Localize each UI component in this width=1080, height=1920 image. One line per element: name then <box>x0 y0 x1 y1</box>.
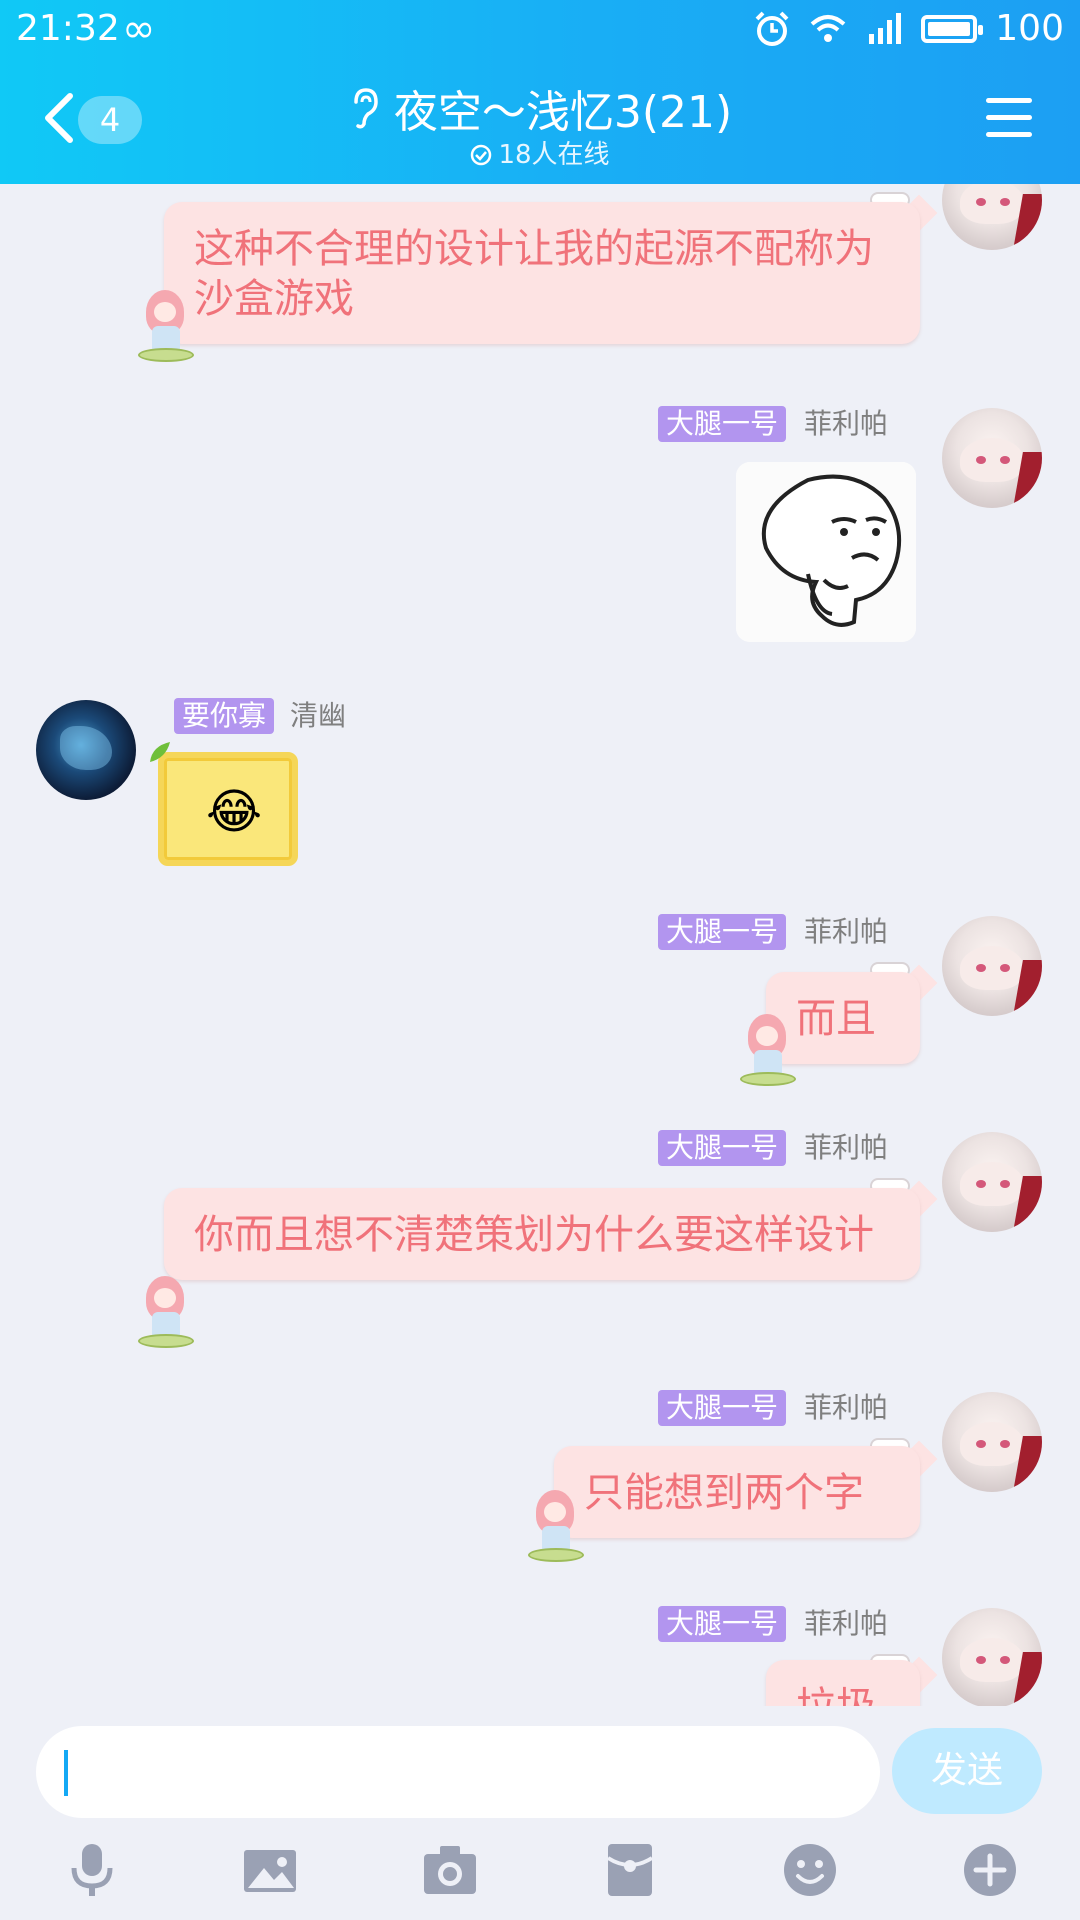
text-caret <box>64 1750 68 1796</box>
avatar[interactable] <box>942 1132 1042 1232</box>
camera-icon[interactable] <box>420 1840 480 1900</box>
message-text: 只能想到两个字 <box>584 1470 864 1516</box>
sender-name: 菲利帕 <box>804 407 889 440</box>
bubble-decoration-girl <box>528 1490 584 1562</box>
alarm-icon <box>755 11 789 46</box>
meme-face-icon <box>736 462 916 642</box>
member-tag: 大腿一号 <box>658 406 787 442</box>
message-bubble[interactable]: 垃圾 <box>766 1660 920 1706</box>
message-bubble[interactable]: 你而且想不清楚策划为什么要这样设计 <box>164 1188 920 1280</box>
online-icon <box>471 144 492 166</box>
plus-icon[interactable] <box>960 1840 1020 1900</box>
infinity-icon: ∞ <box>122 6 156 52</box>
image-icon[interactable] <box>240 1840 300 1900</box>
avatar[interactable] <box>942 184 1042 250</box>
status-icons: 100 <box>753 8 1064 49</box>
signal-icon <box>869 12 902 44</box>
status-bar: 21:32 ∞ 100 <box>0 0 1080 56</box>
laughing-emoji: 😂 <box>206 784 263 840</box>
meme-sticker[interactable] <box>736 462 916 642</box>
sender-name: 菲利帕 <box>804 1131 889 1164</box>
member-tag: 大腿一号 <box>658 1130 787 1166</box>
member-tag: 大腿一号 <box>658 914 787 950</box>
message-text: 而且 <box>796 996 876 1042</box>
avatar[interactable] <box>942 408 1042 508</box>
avatar[interactable] <box>36 700 136 800</box>
online-count: 18人在线 <box>0 134 1080 171</box>
avatar[interactable] <box>942 1608 1042 1706</box>
member-tag: 要你寡 <box>174 698 275 734</box>
title-block[interactable]: 夜空～浅忆3(21) <box>0 76 1080 140</box>
message-bubble[interactable]: 这种不合理的设计让我的起源不配称为沙盒游戏 <box>164 202 920 344</box>
menu-icon[interactable] <box>986 98 1032 138</box>
message-text: 垃圾 <box>796 1684 876 1706</box>
sender-name: 菲利帕 <box>804 915 889 948</box>
member-tag: 大腿一号 <box>658 1390 787 1426</box>
emoji-sticker[interactable]: 😂 <box>158 752 298 866</box>
input-bar: 发送 <box>0 1706 1080 1920</box>
group-title: 夜空～浅忆3(21) <box>393 87 733 138</box>
leaf-decoration-icon <box>150 742 170 762</box>
bubble-decoration-girl <box>138 290 194 362</box>
online-count-text: 18人在线 <box>498 140 610 170</box>
bubble-decoration-girl <box>138 1276 194 1348</box>
message-list[interactable]: 这种不合理的设计让我的起源不配称为沙盒游戏 大腿一号 菲利帕 要你寡 清幽 😂 <box>0 184 1080 1706</box>
send-button[interactable]: 发送 <box>892 1728 1042 1814</box>
sender-name: 菲利帕 <box>804 1607 889 1640</box>
avatar[interactable] <box>942 1392 1042 1492</box>
avatar[interactable] <box>942 916 1042 1016</box>
ear-icon[interactable] <box>348 86 380 130</box>
message-input[interactable] <box>36 1726 880 1818</box>
sender-name: 清幽 <box>290 699 347 732</box>
member-tag: 大腿一号 <box>658 1606 787 1642</box>
battery-level: 100 <box>995 8 1064 49</box>
message-text: 你而且想不清楚策划为什么要这样设计 <box>194 1212 874 1258</box>
mic-icon[interactable] <box>62 1840 122 1900</box>
message-text: 这种不合理的设计让我的起源不配称为沙盒游戏 <box>194 226 874 322</box>
chat-header: 21:32 ∞ 100 4 夜空～浅忆3(21) 18人在线 <box>0 0 1080 184</box>
status-time: 21:32 <box>16 8 120 49</box>
message-bubble[interactable]: 只能想到两个字 <box>554 1446 920 1538</box>
wifi-icon <box>810 14 846 42</box>
sender-name: 菲利帕 <box>804 1391 889 1424</box>
bubble-decoration-girl <box>740 1014 796 1086</box>
redpacket-icon[interactable] <box>600 1840 660 1900</box>
battery-icon <box>921 14 984 43</box>
emoji-icon[interactable] <box>780 1840 840 1900</box>
